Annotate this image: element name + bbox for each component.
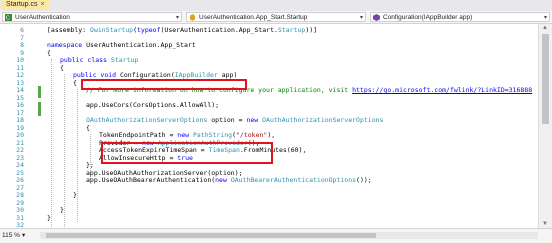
code-line: {: [86, 123, 90, 132]
code-line: {: [73, 78, 77, 87]
method-icon: [373, 14, 380, 21]
tab-startup-cs[interactable]: Startup.cs ×: [2, 0, 49, 10]
editor-status-bar: 115 % ▾: [0, 228, 552, 243]
code-line: OAuthAuthorizationServerOptions option =…: [86, 116, 384, 124]
indent-guide: [64, 74, 65, 228]
horizontal-scroll-thumb[interactable]: [46, 233, 376, 238]
class-dropdown-value: UserAuthentication.App_Start.Startup: [199, 14, 308, 21]
code-line: public class Startup: [60, 56, 139, 64]
highlight-configuration-signature: [81, 79, 247, 90]
scroll-down-icon[interactable]: ▼: [542, 221, 548, 227]
chevron-down-icon: ▾: [21, 232, 26, 239]
member-dropdown[interactable]: Configuration(IAppBuilder app) ▾: [370, 12, 550, 22]
tab-title: Startup.cs: [6, 1, 38, 8]
code-line: namespace UserAuthentication.App_Start: [47, 41, 196, 49]
zoom-dropdown[interactable]: 115 % ▾: [2, 231, 25, 240]
indent-guide: [51, 59, 52, 228]
code-line: public void Configuration(IAppBuilder ap…: [73, 71, 238, 79]
zoom-level: 115 %: [2, 232, 20, 239]
code-line: app.UseCors(CorsOptions.AllowAll);: [86, 101, 220, 109]
indent-guide: [77, 89, 78, 222]
scroll-up-icon[interactable]: ▲: [542, 25, 548, 31]
fwlink-url[interactable]: https://go.microsoft.com/fwlink/?LinkID=…: [352, 86, 532, 94]
code-line: }: [73, 191, 77, 199]
project-dropdown-value: UserAuthentication: [15, 14, 70, 21]
chevron-down-icon: ▾: [175, 15, 179, 21]
code-line: }: [60, 206, 64, 214]
class-dropdown[interactable]: UserAuthentication.App_Start.Startup ▾: [186, 12, 366, 22]
csharp-project-icon: C: [5, 14, 12, 21]
navigation-bar: C UserAuthentication ▾ UserAuthenticatio…: [0, 11, 552, 24]
vertical-scrollbar[interactable]: ▲ ▼: [538, 24, 552, 228]
close-icon[interactable]: ×: [41, 0, 45, 10]
horizontal-scrollbar[interactable]: [40, 232, 538, 239]
highlight-provider-lines: [101, 142, 273, 164]
code-line: [assembly: OwinStartup(typeof(UserAuthen…: [47, 26, 318, 34]
chevron-down-icon: ▾: [543, 15, 547, 21]
code-line: {: [60, 63, 64, 72]
svg-text:C: C: [6, 16, 10, 21]
code-editor[interactable]: [assembly: OwinStartup(typeof(UserAuthen…: [47, 24, 537, 228]
code-line: {: [47, 48, 51, 57]
chevron-down-icon: ▾: [359, 15, 363, 21]
change-indicator: [38, 86, 41, 98]
class-icon: [189, 14, 196, 21]
scroll-thumb[interactable]: [542, 34, 549, 124]
member-dropdown-value: Configuration(IAppBuilder app): [383, 14, 473, 21]
code-line: app.UseOAuthBearerAuthentication(new OAu…: [86, 176, 372, 184]
code-line: }: [47, 213, 51, 222]
change-indicator: [38, 102, 41, 116]
line-number-gutter: 6 7 8 9 10 11 12 13 14 15 16 17 18 19 20…: [0, 24, 36, 229]
project-dropdown[interactable]: C UserAuthentication ▾: [2, 12, 182, 22]
